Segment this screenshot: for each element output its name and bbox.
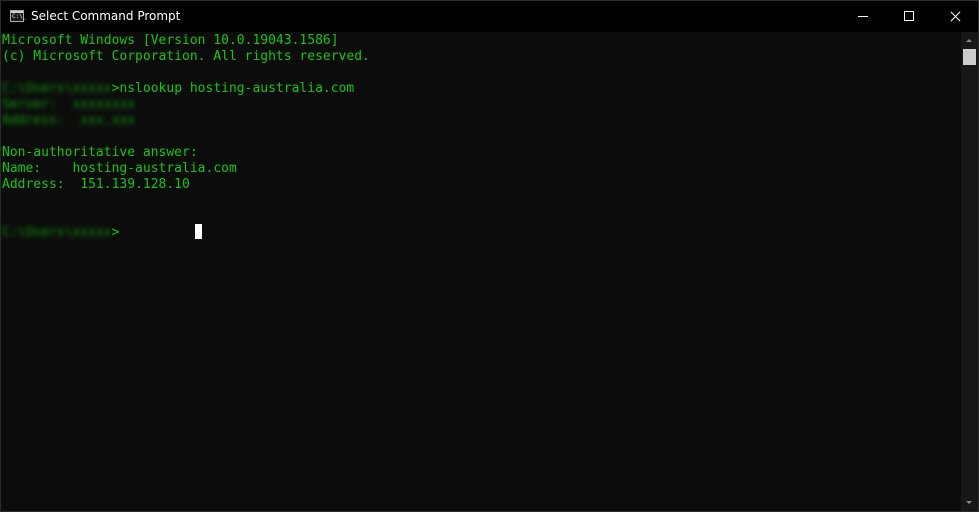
console-copyright-line: (c) Microsoft Corporation. All rights re…: [2, 49, 370, 64]
prompt-suffix: >: [111, 225, 120, 240]
console-command: >nslookup hosting-australia.com: [111, 81, 355, 96]
blurred-prompt-path: C:\Users\xxxxx: [2, 81, 112, 96]
console-command-line: C:\Users\xxxxx>nslookup hosting-australi…: [2, 81, 354, 97]
blurred-server-line: Server: xxxxxxxx: [2, 97, 136, 112]
blurred-server-address-line: Address: xxx.xxx: [2, 113, 136, 128]
vertical-scrollbar[interactable]: [961, 32, 978, 511]
scroll-thumb[interactable]: [963, 49, 976, 65]
non-authoritative-line: Non-authoritative answer:: [2, 145, 198, 160]
cmd-icon[interactable]: C:\_: [10, 10, 27, 22]
minimize-button[interactable]: [840, 1, 886, 32]
title-bar[interactable]: C:\_ Select Command Prompt: [1, 1, 978, 32]
scroll-down-icon[interactable]: [961, 494, 978, 511]
address-result-line: Address: 151.139.128.10: [2, 177, 190, 192]
console-output[interactable]: Microsoft Windows [Version 10.0.19043.15…: [1, 32, 961, 511]
command-prompt-window: C:\_ Select Command Prompt Microsoft Win…: [0, 0, 979, 512]
blurred-prompt-path: C:\Users\xxxxx: [2, 225, 112, 240]
name-result-line: Name: hosting-australia.com: [2, 161, 237, 176]
maximize-button[interactable]: [886, 1, 932, 32]
text-cursor: [195, 224, 202, 239]
window-title: Select Command Prompt: [31, 9, 181, 23]
console-prompt-line: C:\Users\xxxxx>: [2, 225, 119, 241]
scroll-up-icon[interactable]: [961, 32, 978, 49]
close-button[interactable]: [932, 1, 978, 32]
console-header-line: Microsoft Windows [Version 10.0.19043.15…: [2, 33, 339, 48]
cmd-icon-label: C:\_: [12, 13, 27, 20]
